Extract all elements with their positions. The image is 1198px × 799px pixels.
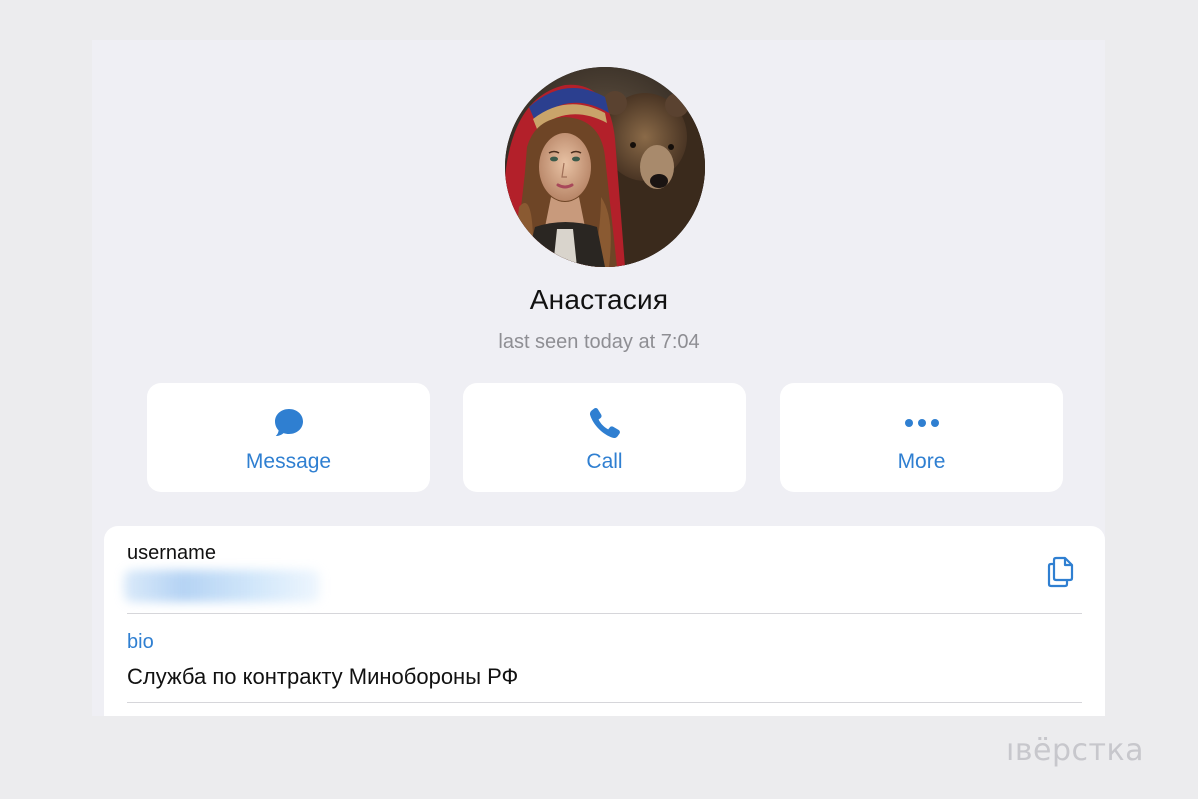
avatar[interactable] xyxy=(505,67,705,267)
last-seen-status: last seen today at 7:04 xyxy=(498,331,700,353)
phone-icon xyxy=(589,407,620,439)
watermark-logo: ıвёрстка xyxy=(1006,733,1144,768)
ellipsis-icon xyxy=(904,419,939,427)
info-card: username bio Служба по контракту Минобор… xyxy=(104,526,1105,716)
bio-label: bio xyxy=(127,631,154,653)
screen: Анастасия last seen today at 7:04 Messag… xyxy=(0,0,1198,799)
more-button-label: More xyxy=(897,450,946,473)
copy-icon xyxy=(1047,556,1074,588)
chat-bubble-icon xyxy=(274,409,303,436)
row-divider xyxy=(127,613,1082,614)
contact-name: Анастасия xyxy=(529,284,669,315)
call-button-label: Call xyxy=(586,450,623,473)
message-button-label: Message xyxy=(245,450,332,473)
message-button[interactable]: Message xyxy=(147,383,430,492)
call-button[interactable]: Call xyxy=(463,383,746,492)
more-button[interactable]: More xyxy=(780,383,1063,492)
row-divider xyxy=(127,702,1082,703)
username-value-blurred[interactable] xyxy=(124,570,320,602)
username-label: username xyxy=(127,542,216,564)
profile-photo xyxy=(505,67,705,267)
copy-username-button[interactable] xyxy=(1043,553,1079,589)
bio-text[interactable]: Служба по контракту Минобороны РФ xyxy=(127,664,518,690)
